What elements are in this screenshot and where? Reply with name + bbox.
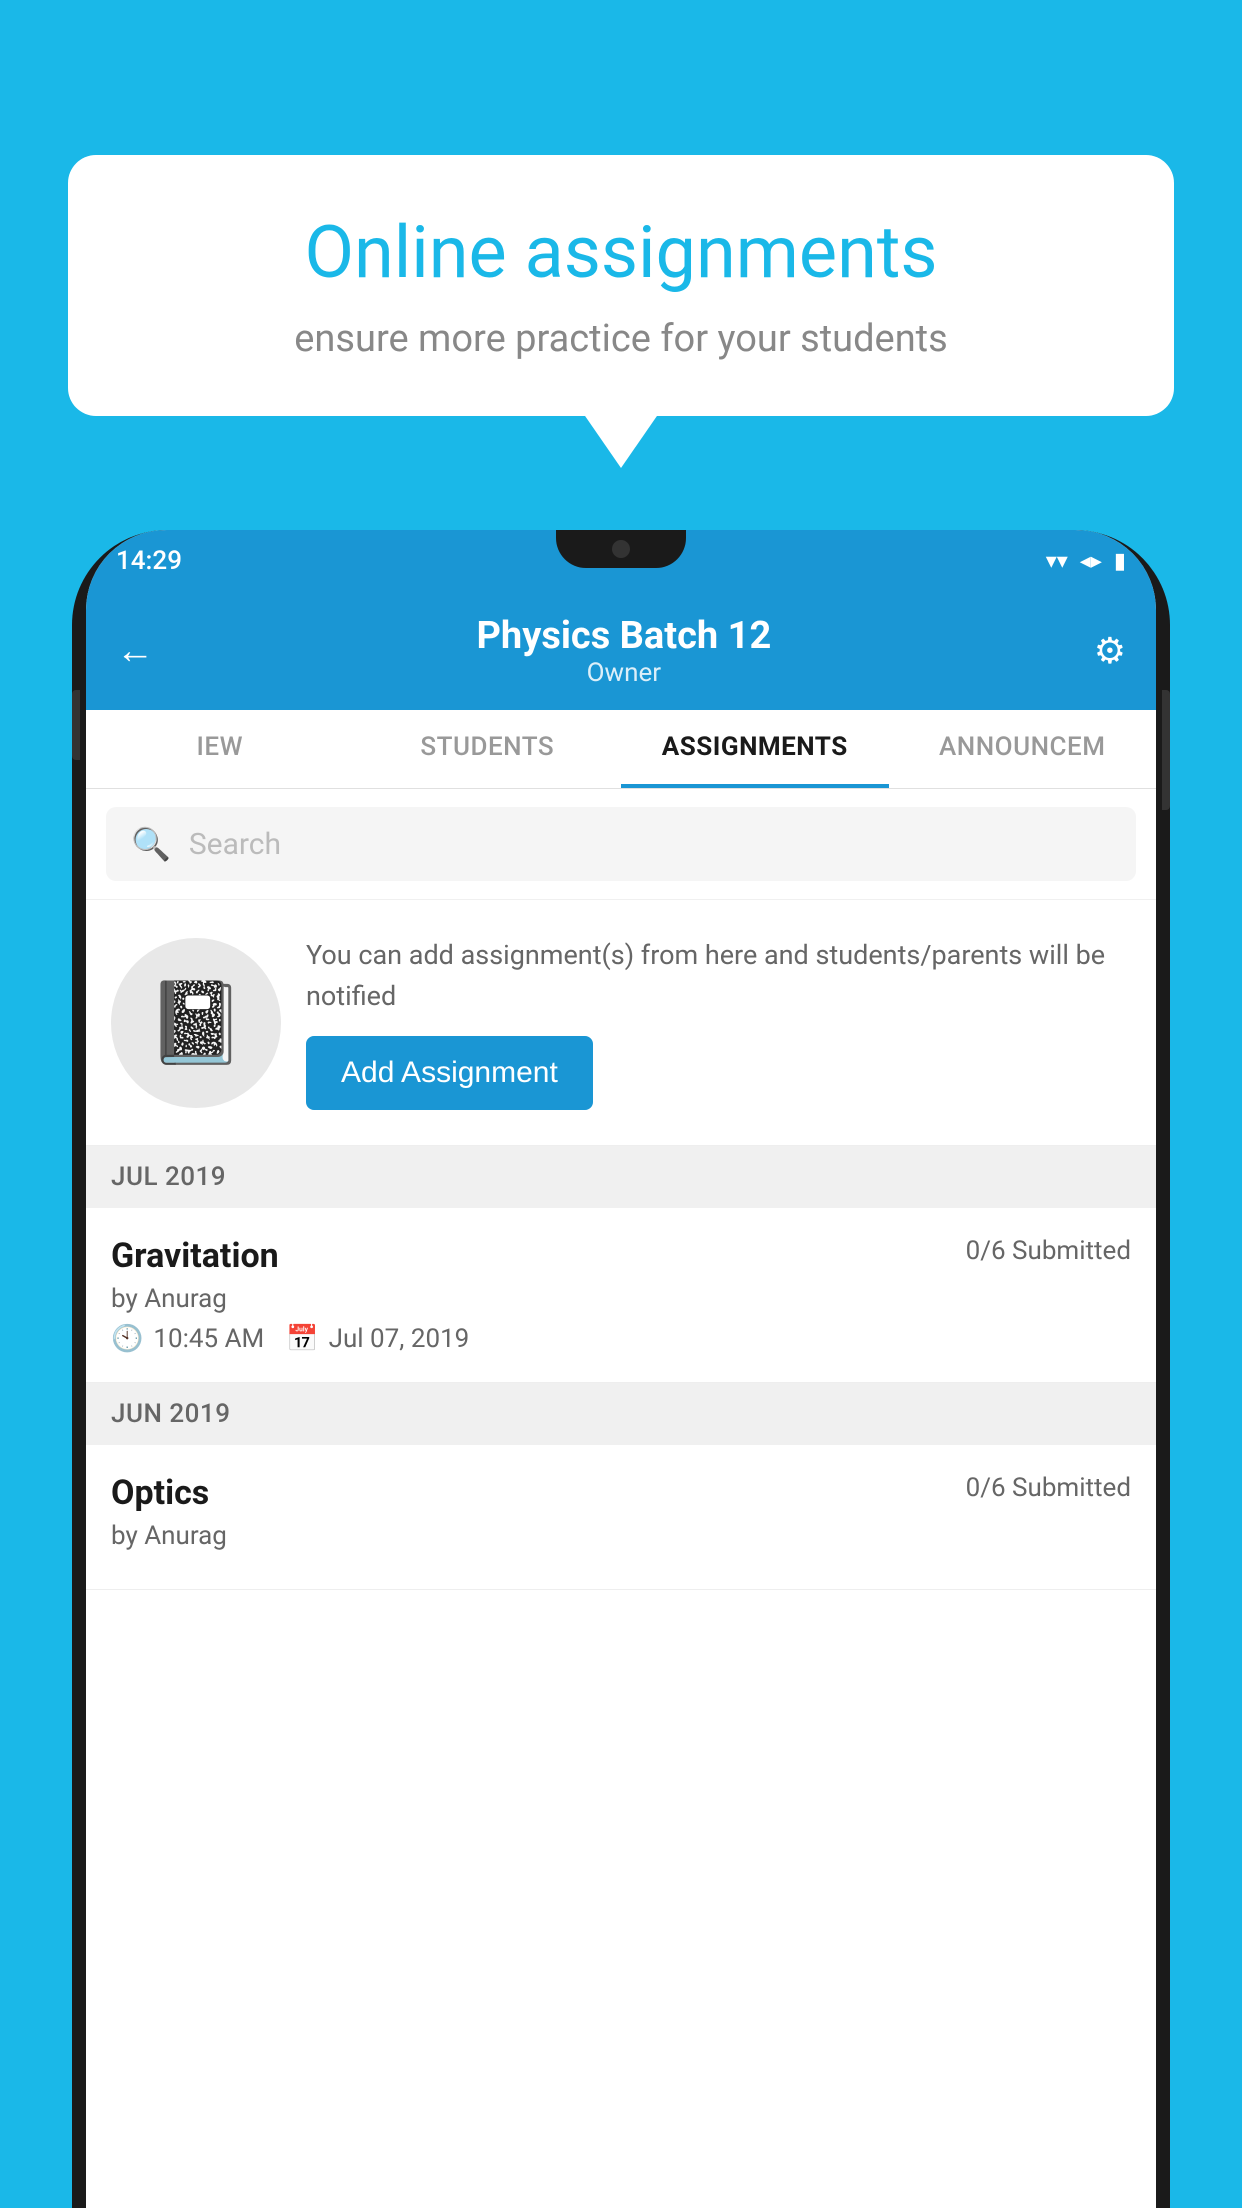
header-title: Physics Batch 12 xyxy=(154,614,1094,658)
tab-announcements[interactable]: ANNOUNCEM xyxy=(889,710,1157,788)
promo-section: 📓 You can add assignment(s) from here an… xyxy=(86,900,1156,1146)
assignment-top-row-optics: Optics 0/6 Submitted xyxy=(111,1473,1131,1513)
app-header: ← Physics Batch 12 Owner ⚙ xyxy=(86,592,1156,710)
battery-icon: ▮ xyxy=(1114,549,1126,574)
assignment-by: by Anurag xyxy=(111,1284,1131,1314)
search-placeholder: Search xyxy=(189,827,281,862)
wifi-icon: ▾▾ xyxy=(1046,549,1068,574)
speech-bubble-container: Online assignments ensure more practice … xyxy=(68,155,1174,416)
back-button[interactable]: ← xyxy=(116,629,154,673)
assignment-item-gravitation[interactable]: Gravitation 0/6 Submitted by Anurag 🕙 10… xyxy=(86,1208,1156,1383)
assignment-time-value: 10:45 AM xyxy=(153,1324,264,1354)
promo-icon-circle: 📓 xyxy=(111,938,281,1108)
tab-assignments[interactable]: ASSIGNMENTS xyxy=(621,710,889,788)
assignment-meta: 🕙 10:45 AM 📅 Jul 07, 2019 xyxy=(111,1324,1131,1354)
speech-bubble: Online assignments ensure more practice … xyxy=(68,155,1174,416)
clock-icon: 🕙 xyxy=(111,1324,143,1354)
volume-button-left xyxy=(72,690,80,760)
bubble-subtitle: ensure more practice for your students xyxy=(138,317,1104,361)
promo-description: You can add assignment(s) from here and … xyxy=(306,935,1131,1016)
calendar-icon: 📅 xyxy=(286,1324,318,1354)
assignment-submitted: 0/6 Submitted xyxy=(966,1236,1131,1266)
camera xyxy=(612,540,630,558)
phone-screen: 14:29 ▾▾ ◂▸ ▮ ← Physics Batch 12 Owner ⚙… xyxy=(86,530,1156,2208)
status-time: 14:29 xyxy=(116,546,182,576)
tab-students[interactable]: STUDENTS xyxy=(354,710,622,788)
assignment-top-row: Gravitation 0/6 Submitted xyxy=(111,1236,1131,1276)
search-icon: 🔍 xyxy=(131,825,171,863)
month-header-jun: JUN 2019 xyxy=(86,1383,1156,1445)
status-icons: ▾▾ ◂▸ ▮ xyxy=(1046,549,1126,574)
notch xyxy=(556,530,686,568)
power-button-right xyxy=(1162,690,1170,810)
assignment-name: Gravitation xyxy=(111,1236,279,1276)
assignment-time: 🕙 10:45 AM xyxy=(111,1324,264,1354)
month-header-jul: JUL 2019 xyxy=(86,1146,1156,1208)
assignment-date-value: Jul 07, 2019 xyxy=(329,1324,470,1354)
search-container: 🔍 Search xyxy=(86,789,1156,900)
promo-content: You can add assignment(s) from here and … xyxy=(306,935,1131,1110)
bubble-title: Online assignments xyxy=(138,210,1104,295)
assignment-item-optics[interactable]: Optics 0/6 Submitted by Anurag xyxy=(86,1445,1156,1590)
assignment-date: 📅 Jul 07, 2019 xyxy=(286,1324,469,1354)
assignment-submitted-optics: 0/6 Submitted xyxy=(966,1473,1131,1503)
settings-button[interactable]: ⚙ xyxy=(1094,630,1126,672)
signal-icon: ◂▸ xyxy=(1080,549,1102,574)
header-subtitle: Owner xyxy=(154,658,1094,688)
phone-frame: 14:29 ▾▾ ◂▸ ▮ ← Physics Batch 12 Owner ⚙… xyxy=(72,530,1170,2208)
notebook-icon: 📓 xyxy=(146,976,246,1070)
tabs-container: IEW STUDENTS ASSIGNMENTS ANNOUNCEM xyxy=(86,710,1156,789)
header-center: Physics Batch 12 Owner xyxy=(154,614,1094,688)
add-assignment-button[interactable]: Add Assignment xyxy=(306,1036,593,1110)
assignment-name-optics: Optics xyxy=(111,1473,209,1513)
tab-overview[interactable]: IEW xyxy=(86,710,354,788)
assignment-by-optics: by Anurag xyxy=(111,1521,1131,1551)
search-bar[interactable]: 🔍 Search xyxy=(106,807,1136,881)
status-bar: 14:29 ▾▾ ◂▸ ▮ xyxy=(86,530,1156,592)
